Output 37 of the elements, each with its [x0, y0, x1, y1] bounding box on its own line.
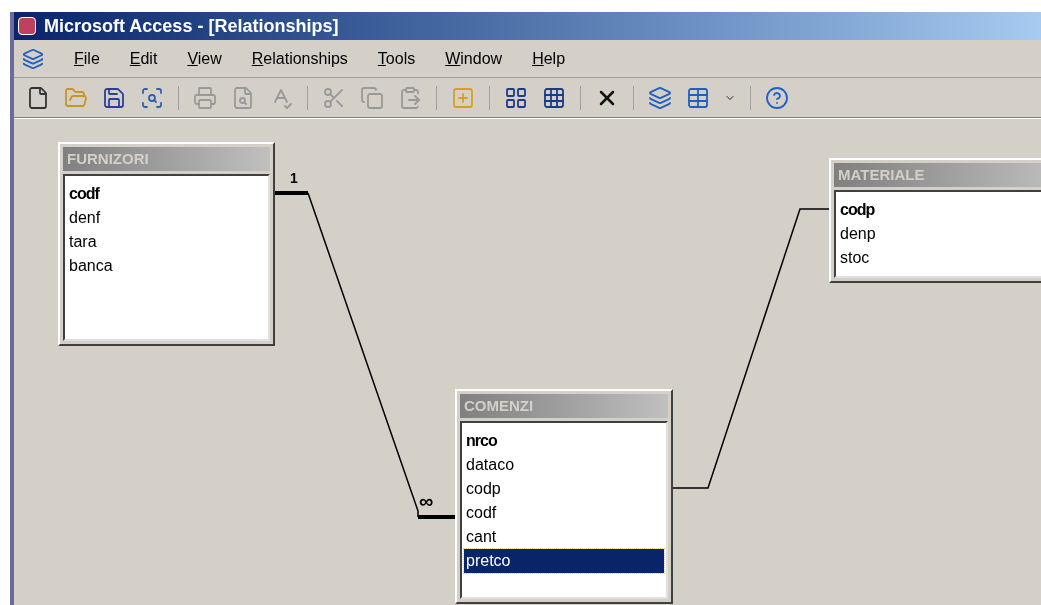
- field-item[interactable]: codp: [838, 198, 1041, 222]
- menu-item[interactable]: View: [187, 46, 222, 71]
- cardinality-label: 1: [290, 171, 298, 185]
- field-item[interactable]: stoc: [838, 246, 1041, 270]
- field-item[interactable]: codp: [464, 477, 664, 501]
- grid-icon[interactable]: [504, 85, 528, 110]
- grid-icon[interactable]: [542, 85, 566, 110]
- field-item[interactable]: cant: [464, 525, 664, 549]
- field-item[interactable]: banca: [67, 254, 266, 278]
- field-item[interactable]: dataco: [464, 453, 664, 477]
- app-icon: [18, 17, 36, 35]
- table-window[interactable]: MATERIALE codp denp stoc: [829, 158, 1041, 283]
- save-icon[interactable]: [102, 85, 126, 110]
- menu-item[interactable]: Edit: [129, 46, 158, 71]
- window-title: Microsoft Access - [Relationships]: [44, 14, 339, 38]
- table-window[interactable]: FURNIZORI codf denf tara banca: [58, 142, 275, 346]
- cardinality-label: ∞: [419, 491, 434, 511]
- table-title: MATERIALE: [834, 163, 1041, 187]
- menu-item[interactable]: File: [74, 46, 100, 71]
- layers-icon[interactable]: [648, 85, 672, 110]
- field-item[interactable]: nrco: [464, 429, 664, 453]
- field-item[interactable]: codf: [67, 182, 266, 206]
- menu-item[interactable]: Help: [532, 46, 566, 71]
- table-title: FURNIZORI: [63, 147, 270, 171]
- menu-item[interactable]: Window: [445, 46, 503, 71]
- menu-item[interactable]: Tools: [377, 46, 416, 71]
- field-item[interactable]: codf: [464, 501, 664, 525]
- field-item[interactable]: denp: [838, 222, 1041, 246]
- help-icon[interactable]: [765, 85, 789, 110]
- field-item[interactable]: pretco: [464, 549, 664, 573]
- field-item[interactable]: denf: [67, 206, 266, 230]
- table-title: COMENZI: [460, 394, 668, 418]
- menu-item[interactable]: Relationships: [251, 46, 348, 71]
- field-item[interactable]: tara: [67, 230, 266, 254]
- table-icon[interactable]: [686, 85, 710, 110]
- table-window[interactable]: COMENZI nrco dataco codp codf cant pretco: [455, 389, 673, 604]
- new-file-icon[interactable]: [26, 85, 50, 110]
